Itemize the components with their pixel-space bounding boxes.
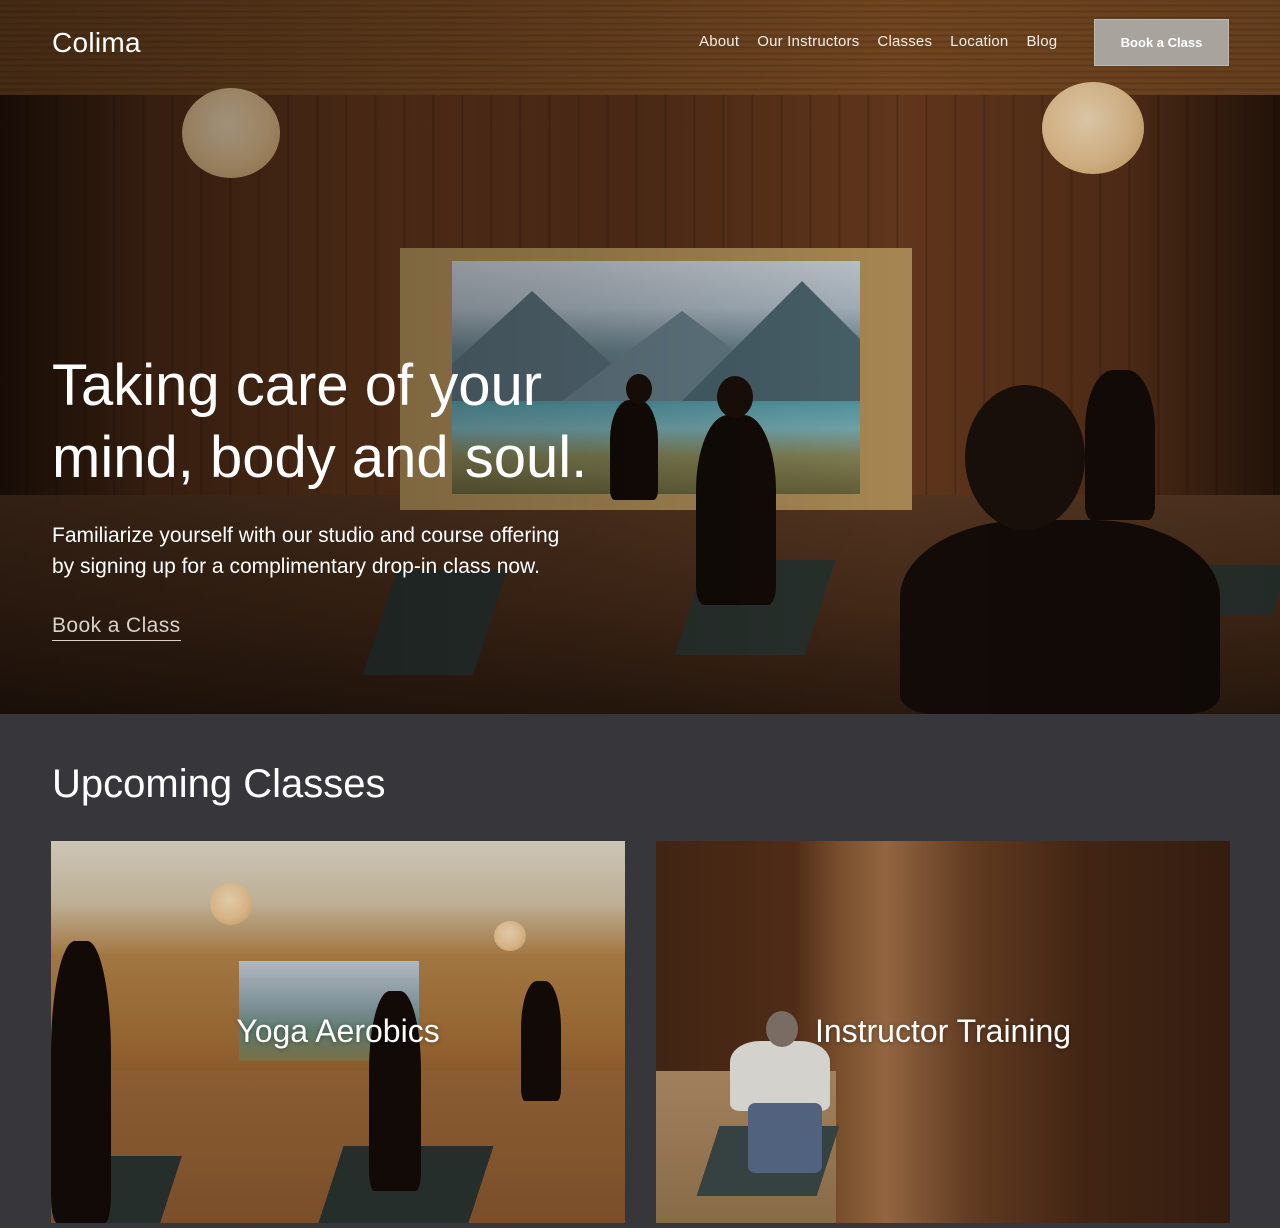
hero-headline-line2: mind, body and soul. xyxy=(52,425,588,490)
hero-subtext-line2: by signing up for a complimentary drop-i… xyxy=(52,555,540,578)
nav-our-instructors[interactable]: Our Instructors xyxy=(757,33,859,50)
hero-subtext: Familiarize yourself with our studio and… xyxy=(52,520,672,582)
hero-subtext-line1: Familiarize yourself with our studio and… xyxy=(52,524,560,547)
nav-classes[interactable]: Classes xyxy=(877,33,932,50)
hero-headline: Taking care of your mind, body and soul. xyxy=(52,350,692,494)
class-card-yoga-aerobics[interactable]: Yoga Aerobics xyxy=(51,841,625,1223)
class-card-label: Yoga Aerobics xyxy=(236,1013,440,1049)
nav-location[interactable]: Location xyxy=(950,33,1008,50)
class-card-instructor-training[interactable]: Instructor Training xyxy=(656,841,1230,1223)
upcoming-classes-title: Upcoming Classes xyxy=(52,762,386,806)
hero-headline-line1: Taking care of your xyxy=(52,353,543,418)
nav-blog[interactable]: Blog xyxy=(1026,33,1057,50)
nav-about[interactable]: About xyxy=(699,33,739,50)
book-a-class-button[interactable]: Book a Class xyxy=(1094,19,1229,66)
class-card-label: Instructor Training xyxy=(814,1013,1072,1049)
main-nav: About Our Instructors Classes Location B… xyxy=(699,33,1075,50)
site-logo[interactable]: Colima xyxy=(52,27,141,59)
hero-book-a-class-link[interactable]: Book a Class xyxy=(52,614,181,641)
